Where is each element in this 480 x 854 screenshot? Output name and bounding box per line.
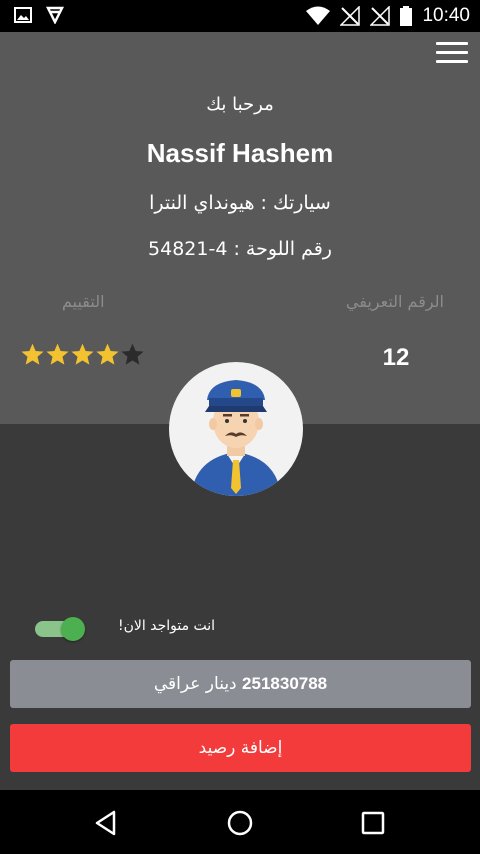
rating-stars (20, 342, 145, 367)
driver-avatar-icon (191, 380, 281, 496)
driver-name: Nassif Hashem (146, 138, 334, 168)
balance-amount: 251830788 (242, 674, 328, 693)
no-signal-icon (340, 6, 361, 26)
availability-label: انت متواجد الان! (118, 618, 216, 634)
clock: 10:40 (422, 5, 470, 26)
availability-toggle[interactable] (35, 617, 85, 641)
star-empty-icon (121, 343, 144, 365)
recents-icon[interactable] (358, 808, 388, 838)
id-label: الرقم التعريفي (345, 292, 444, 311)
status-bar: 10:40 (0, 0, 480, 32)
car-info: سيارتك : هيونداي النترا (149, 192, 331, 214)
star-filled-icon (71, 343, 94, 365)
no-signal-icon (370, 6, 391, 26)
home-icon[interactable] (225, 808, 255, 838)
balance-box: 251830788 دينار عراقي (10, 660, 471, 708)
wifi-icon (306, 6, 331, 25)
app-notification-icon (46, 6, 64, 24)
back-icon[interactable] (92, 808, 122, 838)
navigation-bar (0, 790, 480, 854)
id-value: 12 (382, 344, 410, 371)
menu-icon[interactable] (436, 42, 468, 66)
image-icon (14, 7, 32, 23)
rating-label: التقييم (62, 292, 105, 311)
welcome-text: مرحبا بك (206, 94, 274, 115)
balance-currency: دينار عراقي (153, 674, 237, 694)
star-filled-icon (46, 343, 69, 365)
battery-icon (400, 6, 413, 26)
star-filled-icon (21, 343, 44, 365)
star-filled-icon (96, 343, 119, 365)
plate-number: رقم اللوحة : 4-54821 (148, 238, 332, 260)
toggle-knob (61, 617, 85, 641)
avatar (169, 362, 303, 496)
add-balance-button[interactable]: إضافة رصيد (10, 724, 471, 772)
